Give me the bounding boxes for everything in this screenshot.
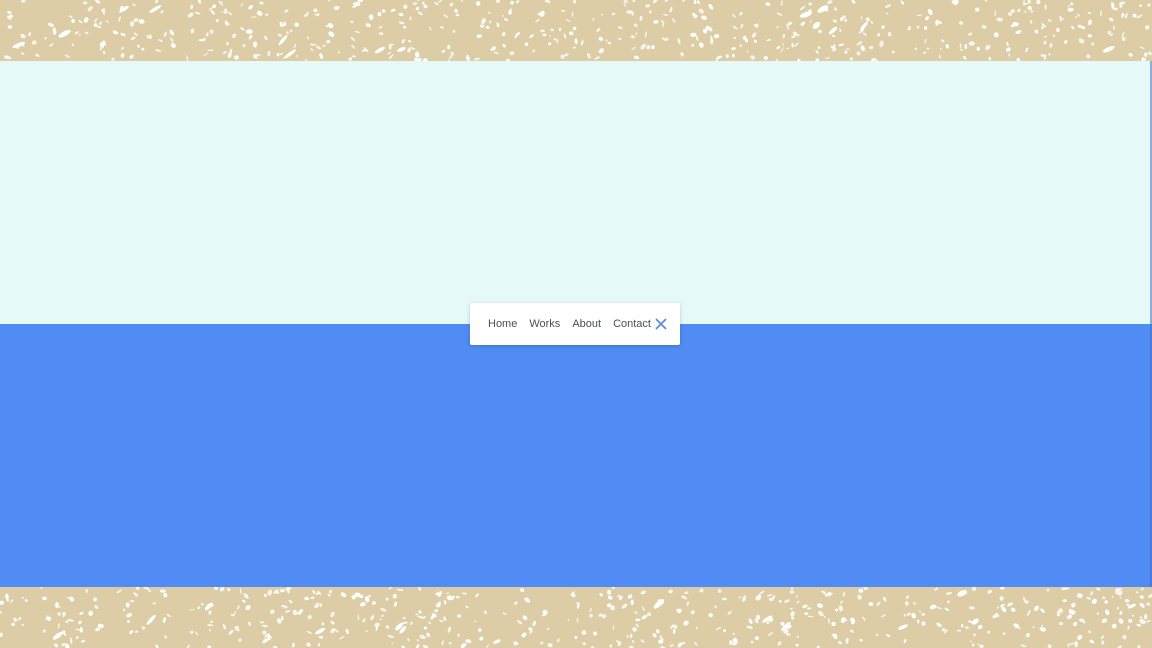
bottom-speckle-border	[0, 587, 1152, 648]
close-icon	[655, 318, 667, 330]
nav-link-works[interactable]: Works	[529, 318, 560, 330]
speckle-pattern	[4, 0, 1152, 61]
upper-panel	[0, 61, 1152, 324]
lower-panel	[0, 324, 1152, 587]
close-menu-button[interactable]	[653, 316, 669, 332]
nav-link-about[interactable]: About	[572, 318, 601, 330]
nav-menu: Home Works About Contact	[470, 303, 680, 345]
page-frame: Home Works About Contact	[0, 0, 1152, 648]
top-speckle-border	[0, 0, 1152, 61]
nav-link-contact[interactable]: Contact	[613, 318, 651, 330]
speckle-pattern	[0, 587, 1152, 648]
nav-link-home[interactable]: Home	[488, 318, 517, 330]
